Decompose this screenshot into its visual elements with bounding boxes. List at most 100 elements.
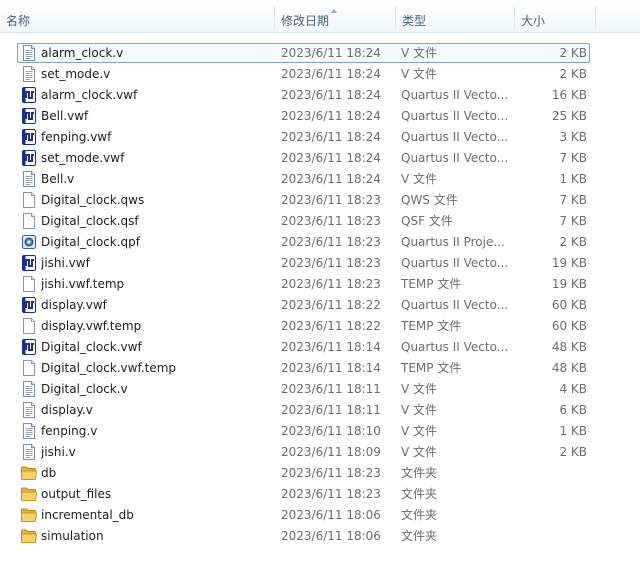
folder-icon [21,465,37,481]
file-type: 文件夹 [401,529,438,543]
file-name: set_mode.vwf [41,151,125,165]
text-file-icon [21,45,37,61]
file-row[interactable]: display.vwf 2023/6/11 18:22 Quartus II Vec… [0,295,640,316]
folder-row[interactable]: db 2023/6/11 18:23 文件夹 [0,463,640,484]
file-name: db [41,466,57,480]
file-modified-date: 2023/6/11 18:24 [281,109,381,123]
file-name: display.vwf.temp [41,319,142,333]
file-row[interactable]: fenping.vwf 2023/6/11 18:24 Quartus II Vec… [0,127,640,148]
file-type: V 文件 [401,445,438,459]
column-divider[interactable] [595,6,596,30]
folder-icon [21,528,37,544]
file-name: display.vwf [41,298,107,312]
file-row[interactable]: set_mode.vwf 2023/6/11 18:24 Quartus II Ve… [0,148,640,169]
vwf-file-icon [21,129,37,145]
column-header-type[interactable]: 类型 [396,0,514,32]
file-row[interactable]: set_mode.v 2023/6/11 18:24 V 文件 2 KB [0,64,640,85]
file-modified-date: 2023/6/11 18:06 [281,508,381,522]
blank-file-icon [21,276,37,292]
file-size: 2 KB [559,445,587,459]
file-row[interactable]: display.v 2023/6/11 18:11 V 文件 6 KB [0,400,640,421]
file-size [520,463,587,484]
file-name: Bell.v [41,172,75,186]
folder-row[interactable]: simulation 2023/6/11 18:06 文件夹 [0,526,640,547]
blank-file-icon [21,360,37,376]
file-size: 2 KB [559,46,587,60]
text-file-icon [21,66,37,82]
file-row[interactable]: Digital_clock.vwf.temp 2023/6/11 18:14 TEM… [0,358,640,379]
file-name: simulation [41,529,104,543]
file-row[interactable]: display.vwf.temp 2023/6/11 18:22 TEMP 文件 60… [0,316,640,337]
folder-icon [21,486,37,502]
folder-row[interactable]: incremental_db 2023/6/11 18:06 文件夹 [0,505,640,526]
file-modified-date: 2023/6/11 18:11 [281,403,381,417]
file-size [520,526,587,547]
file-size: 2 KB [559,67,587,81]
file-modified-date: 2023/6/11 18:23 [281,193,381,207]
file-type: QWS 文件 [401,193,458,207]
file-row[interactable]: alarm_clock.vwf 2023/6/11 18:24 Quartus II… [0,85,640,106]
file-modified-date: 2023/6/11 18:14 [281,340,381,354]
file-size: 48 KB [551,340,587,354]
file-type: QSF 文件 [401,214,453,228]
file-size: 48 KB [551,361,587,375]
file-size: 7 KB [559,151,587,165]
file-size: 7 KB [559,214,587,228]
file-modified-date: 2023/6/11 18:23 [281,466,381,480]
file-row[interactable]: Bell.v 2023/6/11 18:24 V 文件 1 KB [0,169,640,190]
file-name: Digital_clock.qws [41,193,145,207]
column-header-size[interactable]: 大小 [515,0,595,32]
file-name: output_files [41,487,112,501]
column-header-name[interactable]: 名称 [0,0,274,32]
file-size: 19 KB [551,277,587,291]
file-name: fenping.vwf [41,130,112,144]
file-type: 文件夹 [401,508,438,522]
file-name: alarm_clock.vwf [41,88,138,102]
text-file-icon [21,423,37,439]
file-type: V 文件 [401,403,438,417]
file-modified-date: 2023/6/11 18:06 [281,529,381,543]
text-file-icon [21,402,37,418]
file-row[interactable]: Digital_clock.v 2023/6/11 18:11 V 文件 4 KB [0,379,640,400]
vwf-file-icon [21,339,37,355]
text-file-icon [21,171,37,187]
file-type: V 文件 [401,424,438,438]
file-list: alarm_clock.v 2023/6/11 18:24 V 文件 2 KB set_… [0,43,640,547]
blank-file-icon [21,318,37,334]
file-modified-date: 2023/6/11 18:14 [281,361,381,375]
file-type: TEMP 文件 [401,361,462,375]
file-modified-date: 2023/6/11 18:10 [281,424,381,438]
file-type: TEMP 文件 [401,319,462,333]
file-row[interactable]: jishi.vwf.temp 2023/6/11 18:23 TEMP 文件 19 K… [0,274,640,295]
file-modified-date: 2023/6/11 18:24 [281,46,381,60]
file-type: Quartus II Vecto... [401,340,509,354]
file-size: 2 KB [559,235,587,249]
file-size: 1 KB [559,424,587,438]
file-row[interactable]: Bell.vwf 2023/6/11 18:24 Quartus II Vecto.… [0,106,640,127]
file-row[interactable]: Digital_clock.qpf 2023/6/11 18:23 Quartus … [0,232,640,253]
file-size: 16 KB [551,88,587,102]
blank-file-icon [21,213,37,229]
text-file-icon [21,444,37,460]
file-type: V 文件 [401,382,438,396]
qpf-file-icon [21,234,37,250]
file-size: 60 KB [551,319,587,333]
file-row[interactable]: Digital_clock.qsf 2023/6/11 18:23 QSF 文件 7 … [0,211,640,232]
column-header-date[interactable]: 修改日期 [275,0,395,32]
file-size [520,484,587,505]
file-row[interactable]: Digital_clock.vwf 2023/6/11 18:14 Quartus … [0,337,640,358]
file-row[interactable]: jishi.v 2023/6/11 18:09 V 文件 2 KB [0,442,640,463]
file-type: TEMP 文件 [401,277,462,291]
vwf-file-icon [21,297,37,313]
file-name: alarm_clock.v [41,46,124,60]
file-row[interactable]: alarm_clock.v 2023/6/11 18:24 V 文件 2 KB [0,43,640,64]
file-row[interactable]: Digital_clock.qws 2023/6/11 18:23 QWS 文件 7 … [0,190,640,211]
file-type: Quartus II Vecto... [401,298,509,312]
folder-row[interactable]: output_files 2023/6/11 18:23 文件夹 [0,484,640,505]
vwf-file-icon [21,255,37,271]
file-row[interactable]: fenping.v 2023/6/11 18:10 V 文件 1 KB [0,421,640,442]
file-size: 25 KB [551,109,587,123]
file-row[interactable]: jishi.vwf 2023/6/11 18:23 Quartus II Vecto… [0,253,640,274]
file-name: Digital_clock.vwf [41,340,142,354]
file-size: 7 KB [559,193,587,207]
